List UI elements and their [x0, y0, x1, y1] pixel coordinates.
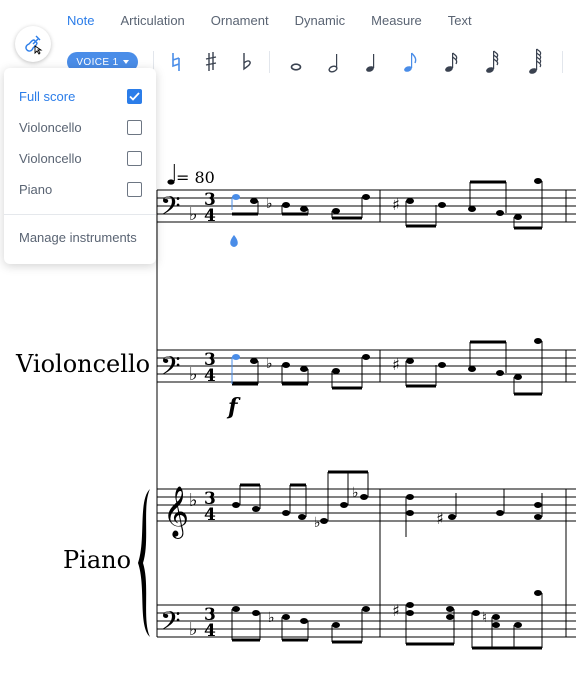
- instrument-label-cello: Violoncello: [16, 350, 151, 378]
- instruments-menu-button[interactable]: [15, 26, 51, 62]
- menu-item-violoncello-1[interactable]: Violoncello: [19, 117, 142, 137]
- svg-text:♭: ♭: [189, 619, 198, 640]
- svg-text:♯: ♯: [392, 601, 400, 620]
- eighth-note-icon: [404, 52, 417, 72]
- svg-text:♭: ♭: [266, 356, 273, 372]
- dynamic-forte[interactable]: f: [228, 394, 237, 420]
- sixty-fourth-note-button[interactable]: [523, 48, 549, 75]
- tab-ornament[interactable]: Ornament: [211, 13, 269, 28]
- tab-bar: Note Articulation Ornament Dynamic Measu…: [67, 13, 498, 28]
- svg-text:♭: ♭: [268, 610, 275, 626]
- menu-item-piano[interactable]: Piano: [19, 179, 142, 199]
- svg-text:♯: ♯: [392, 195, 400, 214]
- svg-text:4: 4: [204, 366, 216, 386]
- svg-text:𝄢: 𝄢: [160, 350, 181, 388]
- violoncello-2-checkbox[interactable]: [127, 150, 142, 166]
- piano-checkbox[interactable]: [127, 181, 142, 197]
- svg-text:4: 4: [204, 206, 216, 226]
- sixteenth-note-button[interactable]: [439, 49, 465, 75]
- tempo-marking[interactable]: = 80: [176, 168, 215, 187]
- tab-text[interactable]: Text: [448, 13, 472, 28]
- menu-divider: [4, 214, 156, 215]
- full-score-checkbox[interactable]: [127, 88, 142, 104]
- half-note-button[interactable]: [322, 49, 348, 75]
- whole-note-icon: [290, 63, 302, 71]
- instrument-filter-menu: Full score Violoncello Violoncello Piano…: [4, 68, 156, 264]
- whole-note-button[interactable]: [283, 49, 309, 75]
- manage-instruments-link[interactable]: Manage instruments: [19, 230, 137, 245]
- checkmark-icon: [129, 91, 140, 101]
- voice-selector-label: VOICE 1: [76, 56, 119, 68]
- instrument-label-piano: Piano: [63, 546, 132, 574]
- tab-articulation[interactable]: Articulation: [120, 13, 184, 28]
- menu-item-full-score[interactable]: Full score: [19, 86, 142, 106]
- menu-item-violoncello-2[interactable]: Violoncello: [19, 148, 142, 168]
- menu-item-label: Violoncello: [19, 119, 82, 135]
- thirty-second-note-button[interactable]: [480, 49, 506, 75]
- svg-text:♮: ♮: [482, 610, 487, 626]
- svg-text:♭: ♭: [266, 196, 273, 212]
- svg-text:𝄢: 𝄢: [160, 190, 181, 228]
- flat-button[interactable]: [234, 49, 260, 75]
- violoncello-1-checkbox[interactable]: [127, 119, 142, 135]
- tab-measure[interactable]: Measure: [371, 13, 422, 28]
- tab-note[interactable]: Note: [67, 13, 94, 28]
- thirty-second-note-icon: [486, 50, 499, 73]
- sixteenth-note-icon: [445, 52, 458, 72]
- natural-button[interactable]: [163, 49, 189, 75]
- eighth-note-button[interactable]: [398, 49, 424, 75]
- menu-item-label: Piano: [19, 181, 53, 197]
- quarter-note-button[interactable]: [359, 49, 385, 75]
- svg-text:♭: ♭: [189, 490, 198, 511]
- natural-icon: [172, 53, 180, 71]
- flat-icon: [243, 53, 251, 71]
- svg-text:♯: ♯: [436, 509, 444, 528]
- sixty-fourth-note-icon: [529, 48, 542, 74]
- chevron-down-icon: [122, 60, 129, 64]
- half-note-icon: [328, 54, 338, 73]
- toolbar-divider: [269, 51, 270, 73]
- svg-text:♭: ♭: [189, 204, 198, 225]
- svg-text:𝄢: 𝄢: [160, 605, 181, 643]
- svg-text:♭: ♭: [189, 364, 198, 385]
- menu-item-label: Violoncello: [19, 150, 82, 166]
- svg-text:♭: ♭: [352, 485, 359, 501]
- svg-text:♭: ♭: [314, 515, 321, 531]
- toolbar-divider: [562, 51, 563, 73]
- svg-text:4: 4: [204, 621, 216, 641]
- tab-dynamic[interactable]: Dynamic: [295, 13, 346, 28]
- violin-icon: [25, 35, 43, 55]
- svg-text:𝄞: 𝄞: [163, 486, 189, 539]
- sharp-button[interactable]: [198, 49, 224, 75]
- sharp-icon: [205, 52, 217, 71]
- svg-text:♯: ♯: [392, 355, 400, 374]
- quarter-note-icon: [366, 54, 375, 72]
- svg-text:4: 4: [204, 505, 216, 525]
- menu-item-label: Full score: [19, 88, 76, 104]
